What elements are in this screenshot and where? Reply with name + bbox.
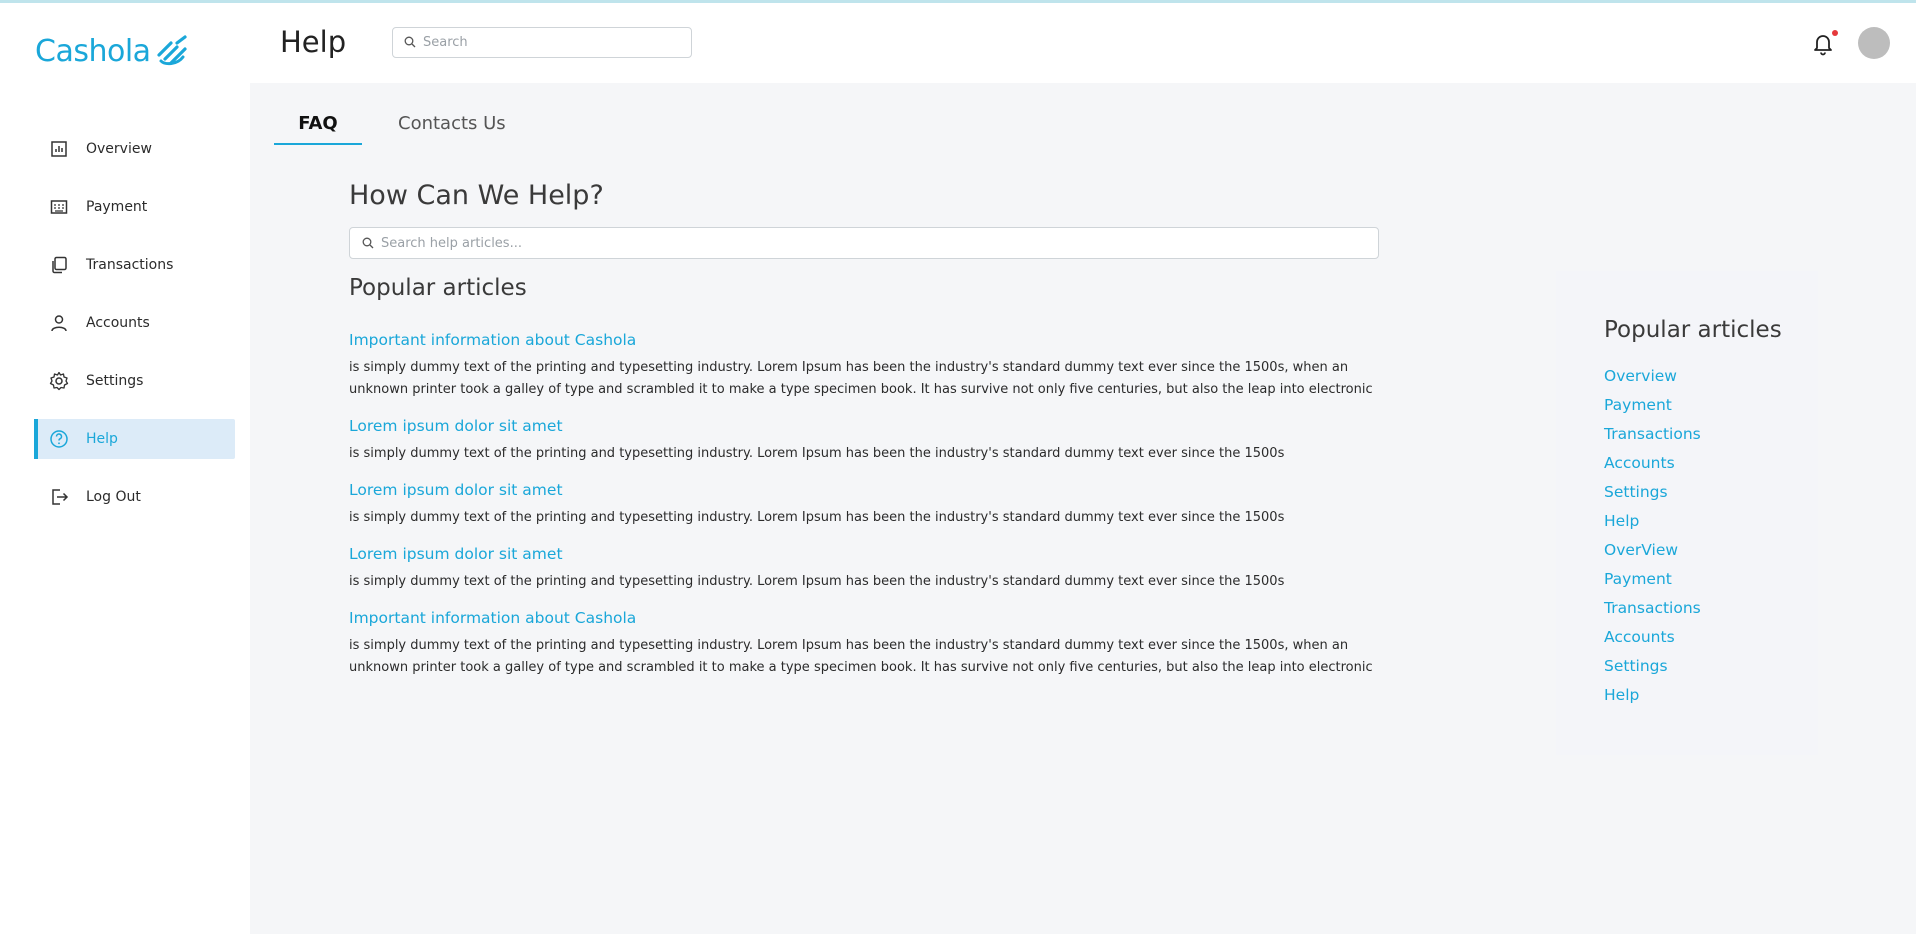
app-root: Cashola Overview Payment Transactions Ac… — [0, 3, 1916, 934]
tab-bar: FAQ Contacts Us — [274, 99, 506, 145]
article-title-link[interactable]: Lorem ipsum dolor sit amet — [349, 545, 1389, 563]
user-icon — [48, 312, 70, 334]
help-search-input[interactable] — [381, 235, 1371, 251]
side-link-settings[interactable]: Settings — [1604, 482, 1701, 511]
sidebar: Cashola Overview Payment Transactions Ac… — [0, 3, 250, 934]
side-link-accounts[interactable]: Accounts — [1604, 453, 1701, 482]
brand-name: Cashola — [35, 33, 151, 69]
logout-icon — [48, 486, 70, 508]
side-link-overview-2[interactable]: OverView — [1604, 540, 1701, 569]
list-item: Lorem ipsum dolor sit amet is simply dum… — [349, 481, 1389, 529]
sidebar-item-help[interactable]: Help — [34, 419, 235, 459]
article-description: is simply dummy text of the printing and… — [349, 574, 1285, 589]
side-link-transactions[interactable]: Transactions — [1604, 424, 1701, 453]
article-description: is simply dummy text of the printing and… — [349, 360, 1373, 397]
article-title-link[interactable]: Important information about Cashola — [349, 331, 1389, 349]
sidebar-item-transactions[interactable]: Transactions — [34, 245, 235, 285]
article-list: Important information about Cashola is s… — [349, 331, 1389, 695]
help-circle-icon — [48, 428, 70, 450]
side-link-payment[interactable]: Payment — [1604, 395, 1701, 424]
side-link-transactions-2[interactable]: Transactions — [1604, 598, 1701, 627]
list-item: Important information about Cashola is s… — [349, 331, 1389, 401]
side-link-settings-2[interactable]: Settings — [1604, 656, 1701, 685]
popular-articles-panel: Popular articles Overview Payment Transa… — [1556, 271, 1818, 755]
tab-contacts-us[interactable]: Contacts Us — [398, 99, 506, 145]
help-heading: How Can We Help? — [349, 180, 604, 211]
popular-articles-heading: Popular articles — [349, 275, 527, 301]
search-icon — [404, 33, 416, 52]
list-item: Lorem ipsum dolor sit amet is simply dum… — [349, 545, 1389, 593]
logo-mark-icon — [156, 35, 187, 66]
notification-dot — [1832, 30, 1838, 36]
sidebar-item-label: Accounts — [86, 315, 150, 331]
help-search-box[interactable] — [349, 227, 1379, 259]
article-title-link[interactable]: Lorem ipsum dolor sit amet — [349, 481, 1389, 499]
tab-faq[interactable]: FAQ — [274, 99, 362, 145]
side-panel-heading: Popular articles — [1604, 317, 1782, 343]
side-link-accounts-2[interactable]: Accounts — [1604, 627, 1701, 656]
sidebar-item-label: Settings — [86, 373, 144, 389]
article-title-link[interactable]: Important information about Cashola — [349, 609, 1389, 627]
list-item: Important information about Cashola is s… — [349, 609, 1389, 679]
sidebar-item-accounts[interactable]: Accounts — [34, 303, 235, 343]
page-title: Help — [280, 25, 347, 59]
article-title-link[interactable]: Lorem ipsum dolor sit amet — [349, 417, 1389, 435]
sidebar-item-label: Payment — [86, 199, 148, 215]
bar-chart-icon — [48, 138, 70, 160]
main-content: FAQ Contacts Us How Can We Help? Popular… — [250, 83, 1916, 934]
article-description: is simply dummy text of the printing and… — [349, 446, 1285, 461]
side-link-help-2[interactable]: Help — [1604, 685, 1701, 714]
top-header: Help — [250, 3, 1916, 83]
keyboard-icon — [48, 196, 70, 218]
side-link-help[interactable]: Help — [1604, 511, 1701, 540]
search-icon — [362, 234, 374, 253]
gear-icon — [48, 370, 70, 392]
sidebar-nav: Overview Payment Transactions Accounts S… — [34, 129, 235, 535]
article-description: is simply dummy text of the printing and… — [349, 510, 1285, 525]
avatar[interactable] — [1858, 27, 1890, 59]
side-link-payment-2[interactable]: Payment — [1604, 569, 1701, 598]
brand-logo[interactable]: Cashola — [35, 31, 189, 71]
sidebar-item-payment[interactable]: Payment — [34, 187, 235, 227]
sidebar-item-settings[interactable]: Settings — [34, 361, 235, 401]
header-search[interactable] — [392, 27, 692, 58]
sidebar-item-label: Overview — [86, 141, 152, 157]
copy-icon — [48, 254, 70, 276]
sidebar-item-logout[interactable]: Log Out — [34, 477, 235, 517]
sidebar-item-label: Help — [86, 431, 118, 447]
sidebar-item-overview[interactable]: Overview — [34, 129, 235, 169]
article-description: is simply dummy text of the printing and… — [349, 638, 1373, 675]
list-item: Lorem ipsum dolor sit amet is simply dum… — [349, 417, 1389, 465]
side-link-overview[interactable]: Overview — [1604, 366, 1701, 395]
sidebar-item-label: Log Out — [86, 489, 141, 505]
side-panel-links: Overview Payment Transactions Accounts S… — [1604, 366, 1701, 714]
sidebar-item-label: Transactions — [86, 257, 174, 273]
search-input[interactable] — [423, 35, 683, 50]
